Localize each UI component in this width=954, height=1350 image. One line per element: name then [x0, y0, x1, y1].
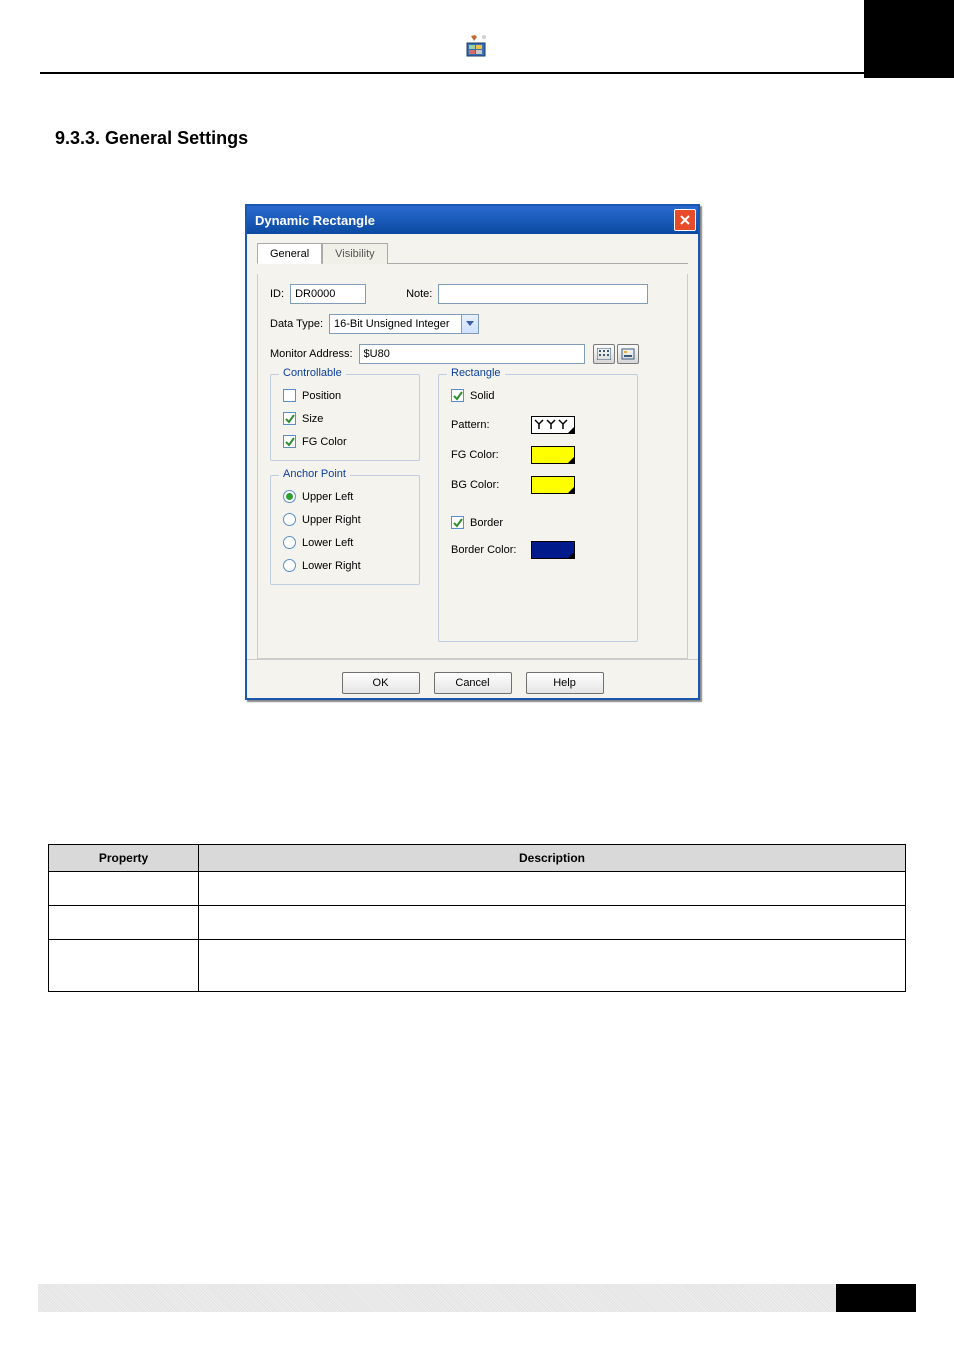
anchor-point-group: Anchor Point Upper Left Upper Right: [270, 475, 420, 585]
position-label: Position: [302, 390, 341, 402]
data-type-label: Data Type:: [270, 318, 323, 330]
fg-color-label: FG Color: [302, 436, 347, 448]
tab-general[interactable]: General: [257, 243, 322, 264]
tab-visibility[interactable]: Visibility: [322, 243, 388, 264]
id-label: ID:: [270, 288, 284, 300]
table-row: [49, 940, 906, 992]
dialog-window: Dynamic Rectangle General Visibility ID:…: [245, 204, 700, 700]
note-field[interactable]: [438, 284, 648, 304]
dialog-titlebar: Dynamic Rectangle: [247, 206, 698, 234]
bg-color-label: BG Color:: [451, 479, 523, 491]
anchor-upper-right[interactable]: Upper Right: [283, 513, 407, 526]
radio-icon: [283, 536, 296, 549]
checkbox-icon: [283, 389, 296, 402]
border-checkbox[interactable]: Border: [451, 516, 625, 529]
anchor-option-label: Lower Right: [302, 560, 361, 572]
border-label: Border: [470, 517, 503, 529]
property-description-table: Property Description: [48, 844, 906, 992]
radio-icon: [283, 513, 296, 526]
size-checkbox[interactable]: Size: [283, 412, 407, 425]
checkbox-icon: [283, 412, 296, 425]
monitor-address-label: Monitor Address:: [270, 348, 353, 360]
checkbox-icon: [451, 516, 464, 529]
controllable-title: Controllable: [279, 367, 346, 379]
table-row: [49, 906, 906, 940]
footer-black-tab: [836, 1284, 916, 1312]
rectangle-group: Rectangle Solid Pattern:: [438, 374, 638, 642]
size-label: Size: [302, 413, 323, 425]
data-type-select-wrap: [329, 314, 479, 334]
id-field[interactable]: [290, 284, 366, 304]
monitor-address-field[interactable]: [359, 344, 585, 364]
solid-label: Solid: [470, 390, 494, 402]
checkbox-icon: [283, 435, 296, 448]
dialog-title: Dynamic Rectangle: [255, 213, 375, 228]
close-button[interactable]: [674, 209, 696, 231]
keypad-icon[interactable]: [593, 344, 615, 364]
tab-page-general: ID: Note: Data Type: Monitor Addre: [257, 274, 688, 659]
data-type-select[interactable]: [329, 314, 479, 334]
anchor-lower-right[interactable]: Lower Right: [283, 559, 407, 572]
radio-icon: [283, 490, 296, 503]
fg-color-picker[interactable]: [531, 446, 575, 464]
anchor-point-title: Anchor Point: [279, 468, 350, 480]
tab-strip: General Visibility: [257, 242, 688, 264]
note-label: Note:: [406, 288, 432, 300]
controllable-group: Controllable Position: [270, 374, 420, 461]
fg-color-checkbox[interactable]: FG Color: [283, 435, 407, 448]
help-button[interactable]: Help: [526, 672, 604, 694]
dialog-body: General Visibility ID: Note: Data Type:: [247, 234, 698, 698]
border-color-label: Border Color:: [451, 544, 523, 556]
table-row: [49, 872, 906, 906]
chevron-down-icon[interactable]: [461, 315, 478, 333]
ok-button[interactable]: OK: [342, 672, 420, 694]
anchor-option-label: Upper Right: [302, 514, 361, 526]
header-black-tab: [864, 0, 954, 78]
rectangle-title: Rectangle: [447, 367, 505, 379]
table-header-row: Property Description: [49, 845, 906, 872]
cancel-button[interactable]: Cancel: [434, 672, 512, 694]
bg-color-picker[interactable]: [531, 476, 575, 494]
radio-icon: [283, 559, 296, 572]
header-icon-row: [0, 32, 954, 62]
header-rule: [40, 72, 914, 74]
pattern-picker[interactable]: [531, 416, 575, 434]
tag-picker-icon[interactable]: [617, 344, 639, 364]
app-icon: [463, 32, 491, 60]
pattern-label: Pattern:: [451, 419, 523, 431]
solid-checkbox[interactable]: Solid: [451, 389, 625, 402]
position-checkbox[interactable]: Position: [283, 389, 407, 402]
property-header: Property: [49, 845, 199, 872]
checkbox-icon: [451, 389, 464, 402]
fg-color-label: FG Color:: [451, 449, 523, 461]
description-header: Description: [199, 845, 906, 872]
page-heading: 9.3.3. General Settings: [55, 128, 248, 149]
anchor-lower-left[interactable]: Lower Left: [283, 536, 407, 549]
footer-bar: [38, 1284, 916, 1312]
anchor-option-label: Upper Left: [302, 491, 353, 503]
anchor-upper-left[interactable]: Upper Left: [283, 490, 407, 503]
border-color-picker[interactable]: [531, 541, 575, 559]
anchor-option-label: Lower Left: [302, 537, 353, 549]
dialog-button-row: OK Cancel Help: [247, 659, 698, 698]
